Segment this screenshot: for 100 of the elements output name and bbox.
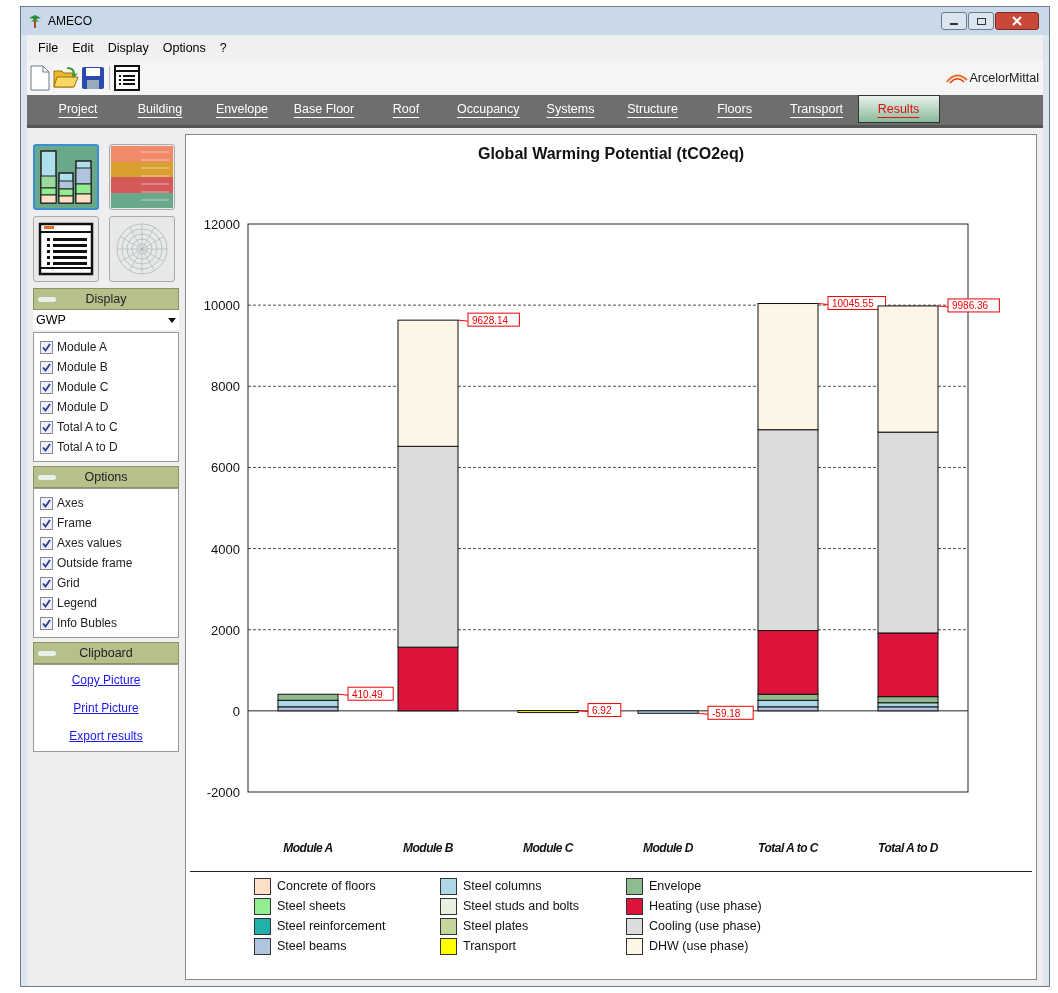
legend-label: Steel plates xyxy=(463,917,529,935)
axis-tick-label: 4000 xyxy=(211,541,240,557)
legend-label: Envelope xyxy=(649,877,702,895)
legend-label: Steel columns xyxy=(463,877,542,895)
window-title: AMECO xyxy=(48,13,93,30)
checkbox-label: Frame xyxy=(57,515,92,532)
checkbox-label: Outside frame xyxy=(57,555,133,572)
menu-item[interactable]: Display xyxy=(100,38,156,58)
link[interactable]: Copy Picture xyxy=(71,671,141,689)
stacked-bars-icon xyxy=(37,148,95,206)
link[interactable]: Export results xyxy=(69,727,143,745)
tab[interactable]: Transport xyxy=(775,95,858,123)
tab[interactable]: Envelope xyxy=(201,95,283,123)
checkbox-label: Grid xyxy=(57,575,80,592)
colored-table-icon xyxy=(111,146,173,208)
category-label: Module C xyxy=(523,841,573,855)
close-button[interactable] xyxy=(995,12,1039,30)
tab[interactable]: Building xyxy=(119,95,201,123)
checkbox[interactable] xyxy=(40,516,53,530)
minimize-icon xyxy=(950,22,958,25)
axis-tick-label: 12000 xyxy=(203,217,240,232)
axis-tick-label: 8000 xyxy=(211,379,240,395)
section-header[interactable]: Clipboard xyxy=(33,642,179,664)
menu-item[interactable]: Edit xyxy=(65,38,101,58)
category-label: Total A to D xyxy=(878,841,938,855)
checkbox[interactable] xyxy=(40,616,53,630)
checkbox[interactable] xyxy=(40,596,53,610)
legend-label: Steel reinforcement xyxy=(277,917,386,935)
legend-label: Transport xyxy=(463,937,517,955)
axis-tick-label: -2000 xyxy=(206,785,240,800)
checkbox[interactable] xyxy=(40,340,53,354)
legend-label: DHW (use phase) xyxy=(649,937,749,955)
menu-item[interactable]: Options xyxy=(155,38,213,58)
section-header[interactable]: Display xyxy=(33,288,179,310)
checkbox-label: Module B xyxy=(57,359,108,376)
dropdown[interactable]: GWP xyxy=(33,310,179,330)
checkbox[interactable] xyxy=(40,380,53,394)
checkbox[interactable] xyxy=(40,360,53,374)
close-icon xyxy=(1012,16,1022,26)
bar-segment xyxy=(517,710,579,714)
collapse-icon xyxy=(38,297,56,302)
category-label: Total A to C xyxy=(758,841,818,855)
view-button[interactable] xyxy=(33,216,99,282)
legend-label: Heating (use phase) xyxy=(649,897,762,915)
save-icon[interactable] xyxy=(81,66,105,90)
category-label: Module D xyxy=(643,841,693,855)
axis-tick-label: 2000 xyxy=(211,622,240,638)
checkbox-label: Legend xyxy=(57,595,98,612)
checkbox-label: Module C xyxy=(57,379,109,396)
minimize-button[interactable] xyxy=(941,12,967,30)
menu-item[interactable]: File xyxy=(31,38,66,58)
checkbox-label: Axes values xyxy=(57,535,122,552)
collapse-icon xyxy=(38,475,56,480)
tab[interactable]: Project xyxy=(37,95,119,123)
axis-tick-label: 10000 xyxy=(203,298,240,314)
checkbox-label: Total A to C xyxy=(57,419,118,436)
polar-chart-icon xyxy=(113,220,171,278)
checkbox[interactable] xyxy=(40,440,53,454)
legend-label: Steel sheets xyxy=(277,897,346,915)
checkbox-label: Module D xyxy=(57,399,109,416)
chart-title: Global Warming Potential (tCO2eq) xyxy=(477,144,745,164)
link[interactable]: Print Picture xyxy=(73,699,139,717)
category-label: Module A xyxy=(283,841,333,855)
axis-tick-label: 0 xyxy=(232,703,240,719)
checkbox-label: Axes xyxy=(57,495,84,512)
view-button[interactable] xyxy=(33,144,99,210)
legend-label: Concrete of floors xyxy=(277,877,376,895)
menu-item[interactable]: ? xyxy=(212,38,234,58)
maximize-icon xyxy=(976,17,986,25)
open-folder-icon[interactable] xyxy=(53,65,79,91)
checkbox[interactable] xyxy=(40,576,53,590)
checkbox-label: Module A xyxy=(57,339,108,356)
tree-icon xyxy=(27,13,43,29)
report-icon[interactable] xyxy=(114,65,140,91)
checkbox[interactable] xyxy=(40,420,53,434)
checkbox[interactable] xyxy=(40,556,53,570)
tab[interactable]: Systems xyxy=(529,95,612,123)
tab[interactable]: Occupancy xyxy=(447,95,530,123)
axis-tick-label: 6000 xyxy=(211,460,240,476)
legend-label: Cooling (use phase) xyxy=(649,917,761,935)
collapse-icon xyxy=(38,651,56,656)
checkbox[interactable] xyxy=(40,496,53,510)
legend-label: Steel beams xyxy=(277,937,347,955)
checkbox-label: Info Bubles xyxy=(57,615,118,632)
brand-name: ArcelorMittal xyxy=(969,69,1039,87)
tab[interactable]: Structure xyxy=(611,95,694,123)
tab[interactable]: Roof xyxy=(365,95,447,123)
report-window-icon xyxy=(37,220,95,278)
section-header[interactable]: Options xyxy=(33,466,179,488)
brand-logo-icon xyxy=(945,72,968,84)
dropdown-arrow-icon xyxy=(168,317,176,323)
category-label: Module B xyxy=(403,841,453,855)
maximize-button[interactable] xyxy=(968,12,994,30)
checkbox[interactable] xyxy=(40,400,53,414)
bar-segment xyxy=(637,710,699,714)
tab[interactable]: Base Floor xyxy=(283,95,365,123)
checkbox[interactable] xyxy=(40,536,53,550)
checkbox-label: Total A to D xyxy=(57,439,118,456)
legend-label: Steel studs and bolts xyxy=(463,897,580,915)
tab[interactable]: Floors xyxy=(693,95,776,123)
